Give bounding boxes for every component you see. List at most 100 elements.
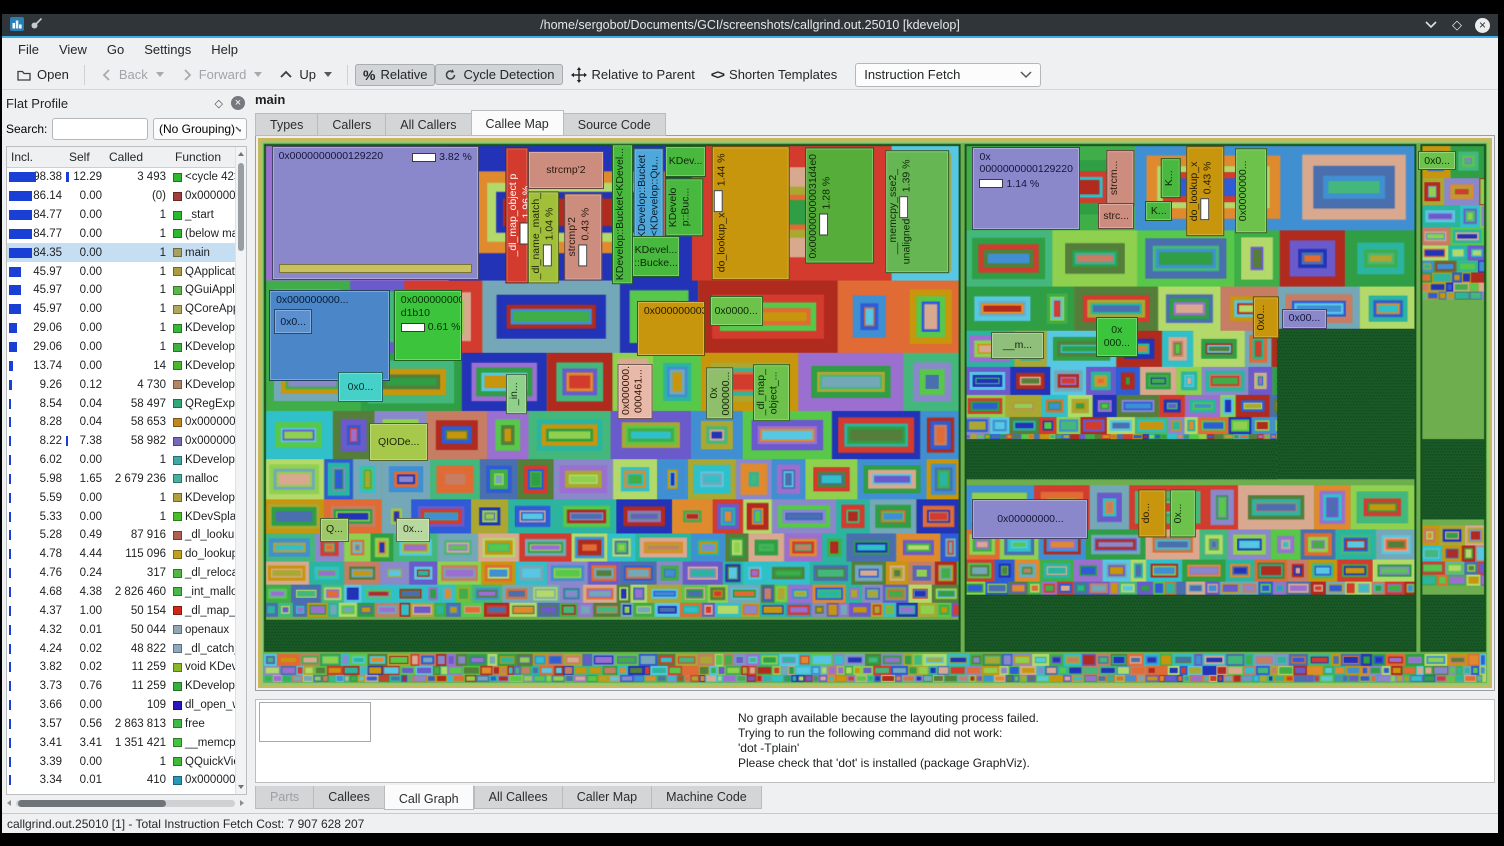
- treemap-block[interactable]: 0x...: [1170, 489, 1196, 537]
- treemap-block[interactable]: Q...: [320, 518, 350, 542]
- table-row[interactable]: 3.390.001QQuickVie: [7, 752, 235, 771]
- grouping-select[interactable]: (No Grouping): [153, 118, 247, 140]
- treemap-block[interactable]: 0x0...: [1253, 296, 1279, 338]
- treemap-block[interactable]: 0x 000...: [1096, 317, 1138, 357]
- treemap-block[interactable]: 0x000000000...: [269, 290, 390, 381]
- close-dock-icon[interactable]: ×: [231, 96, 245, 110]
- table-row[interactable]: 3.820.0211 259void KDeve: [7, 658, 235, 677]
- treemap-block[interactable]: _dl_map_ object_...: [753, 364, 790, 421]
- treemap-block[interactable]: _dl_map_object p1.96 %: [505, 147, 528, 283]
- treemap-block[interactable]: KDevelop::Bucket<KDevel...: [612, 144, 633, 284]
- table-row[interactable]: 84.770.001(below mai: [7, 225, 235, 244]
- titlebar[interactable]: /home/sergobot/Documents/GCI/screenshots…: [2, 14, 1498, 36]
- treemap-block[interactable]: 0x 00000000001292201.14 %: [972, 147, 1079, 231]
- table-row[interactable]: 13.740.0014KDevelop::: [7, 356, 235, 375]
- cycle-detection-toggle[interactable]: Cycle Detection: [435, 64, 562, 85]
- table-row[interactable]: 9.260.124 730KDevelop::: [7, 375, 235, 394]
- table-row[interactable]: 45.970.001QGuiApplic: [7, 281, 235, 300]
- menu-file[interactable]: File: [8, 42, 49, 57]
- tab-call-graph[interactable]: Call Graph: [384, 785, 474, 810]
- treemap-block[interactable]: KDev...: [665, 146, 706, 176]
- tab-machine-code[interactable]: Machine Code: [651, 786, 762, 809]
- up-button[interactable]: Up: [270, 64, 340, 85]
- table-row[interactable]: 29.060.001KDevelop::: [7, 319, 235, 338]
- minimize-button[interactable]: [1423, 17, 1439, 33]
- treemap-block[interactable]: 0x000000000031d4e01.28 %: [805, 148, 874, 264]
- treemap-block[interactable]: 0x0...: [338, 372, 382, 402]
- table-row[interactable]: 5.280.4987 916_dl_lookup: [7, 526, 235, 545]
- menu-help[interactable]: Help: [201, 42, 248, 57]
- treemap-block[interactable]: 0x00000000...: [972, 499, 1088, 539]
- forward-button[interactable]: Forward: [172, 64, 271, 86]
- table-row[interactable]: 5.590.001KDevelop::: [7, 488, 235, 507]
- treemap-block[interactable]: K...: [1161, 158, 1181, 198]
- table-row[interactable]: 8.540.0458 497QRegExp::(: [7, 394, 235, 413]
- tab-callee-map[interactable]: Callee Map: [471, 110, 564, 136]
- treemap-block[interactable]: _dl_name_match_p1.04 %: [528, 191, 559, 283]
- treemap-block[interactable]: strcmp'20.43 %: [564, 193, 602, 280]
- maximize-button[interactable]: ◇: [1449, 17, 1465, 33]
- table-row[interactable]: 3.570.562 863 813free: [7, 714, 235, 733]
- table-row[interactable]: 84.770.001_start: [7, 206, 235, 225]
- column-header[interactable]: Called: [105, 147, 171, 167]
- treemap-block[interactable]: __m...: [991, 332, 1044, 359]
- tab-caller-map[interactable]: Caller Map: [562, 786, 651, 809]
- treemap-block[interactable]: 0x0000000...: [1235, 148, 1267, 233]
- splitter[interactable]: [255, 691, 1495, 699]
- open-button[interactable]: Open: [8, 64, 77, 86]
- event-type-select[interactable]: Instruction Fetch: [855, 63, 1041, 87]
- tab-all-callees[interactable]: All Callees: [474, 786, 562, 809]
- table-row[interactable]: 4.684.382 826 460_int_malloc: [7, 583, 235, 602]
- treemap-block[interactable]: 0x...: [396, 518, 429, 542]
- treemap-block[interactable]: __memcpy_sse2_ unaligned1.39 %: [885, 150, 949, 273]
- search-input[interactable]: [52, 118, 148, 140]
- table-row[interactable]: 4.320.0150 044openaux: [7, 620, 235, 639]
- close-button[interactable]: ×: [1475, 18, 1490, 33]
- table-header[interactable]: Incl.SelfCalledFunction: [7, 147, 246, 168]
- treemap-block[interactable]: 0x0000...: [710, 296, 763, 326]
- table-row[interactable]: 45.970.001QCoreAppl: [7, 300, 235, 319]
- table-row[interactable]: 3.660.00109dl_open_w: [7, 696, 235, 715]
- table-row[interactable]: 29.060.001KDevelop::: [7, 338, 235, 357]
- treemap-block[interactable]: 0x00000000001292203.82 %: [272, 146, 479, 280]
- treemap-block[interactable]: strcm...: [1106, 150, 1134, 206]
- treemap-block[interactable]: 0x000000... 000461...: [618, 364, 653, 419]
- table-row[interactable]: 4.784.44115 096do_lookup: [7, 545, 235, 564]
- tab-source-code[interactable]: Source Code: [564, 113, 666, 136]
- column-header[interactable]: Incl.: [7, 147, 65, 167]
- horizontal-scrollbar[interactable]: [6, 798, 245, 809]
- menu-settings[interactable]: Settings: [134, 42, 201, 57]
- menu-go[interactable]: Go: [97, 42, 134, 57]
- table-row[interactable]: 84.350.001main: [7, 243, 235, 262]
- table-row[interactable]: 6.020.001KDevelop::: [7, 451, 235, 470]
- relative-toggle[interactable]: % Relative: [355, 64, 435, 86]
- treemap-block[interactable]: 0x00000000002 d1b100.61 %: [394, 290, 462, 360]
- table-row[interactable]: 4.240.0248 822_dl_catch_: [7, 639, 235, 658]
- table-row[interactable]: 86.140.00(0)0x0000000: [7, 187, 235, 206]
- treemap-block[interactable]: 0x0000000034034be8: [637, 301, 705, 356]
- treemap-block[interactable]: 0x 000000...: [706, 367, 733, 419]
- table-row[interactable]: 3.730.7611 259KDevelop::: [7, 677, 235, 696]
- treemap-block[interactable]: do...: [1138, 489, 1166, 537]
- tab-all-callers[interactable]: All Callers: [385, 113, 470, 136]
- tab-parts[interactable]: Parts: [255, 786, 313, 809]
- treemap-block[interactable]: do_lookup_x1.44 %: [712, 146, 790, 280]
- table-row[interactable]: 4.760.24317_dl_relocat: [7, 564, 235, 583]
- treemap-block[interactable]: KDevelop::Bucket <KDevelop::Qu...: [634, 148, 664, 244]
- tab-types[interactable]: Types: [255, 113, 317, 136]
- treemap-block[interactable]: 0x0...: [1418, 151, 1456, 170]
- vertical-scrollbar[interactable]: [235, 147, 246, 794]
- treemap-block[interactable]: strc...: [1098, 203, 1134, 228]
- table-row[interactable]: 3.413.411 351 421__memcpy: [7, 733, 235, 752]
- table-row[interactable]: 98.3812.293 493<cycle 42>: [7, 168, 235, 187]
- treemap-block[interactable]: do_lookup_x0.43 %: [1186, 146, 1224, 236]
- relative-to-parent-toggle[interactable]: Relative to Parent: [563, 64, 703, 86]
- table-row[interactable]: 45.970.001QApplicatio: [7, 262, 235, 281]
- float-dock-icon[interactable]: ◇: [215, 97, 223, 110]
- treemap-block[interactable]: _in...: [506, 374, 527, 414]
- table-row[interactable]: 3.340.014100x0000000: [7, 771, 235, 790]
- treemap-block[interactable]: 0x0...: [274, 309, 312, 334]
- treemap-block[interactable]: 0x00...: [1282, 309, 1326, 329]
- tab-callers[interactable]: Callers: [317, 113, 385, 136]
- treemap-block[interactable]: strcmp'2: [528, 151, 603, 189]
